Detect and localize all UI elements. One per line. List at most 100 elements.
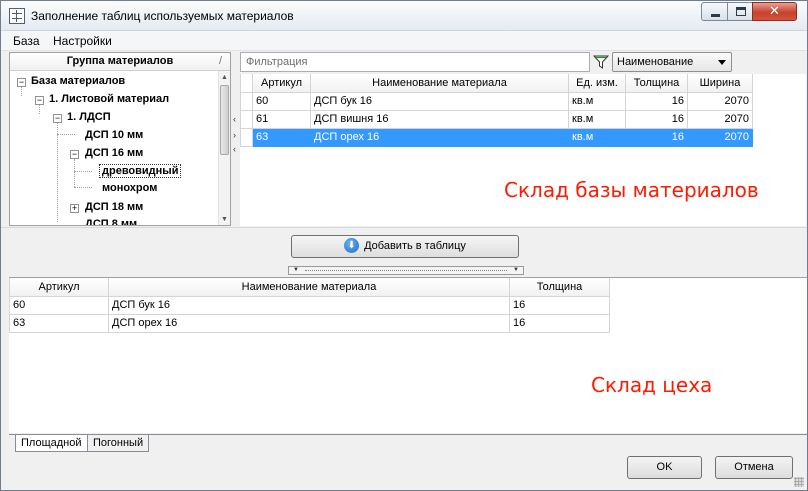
menu-item-settings[interactable]: Настройки [53, 34, 112, 48]
cell-name[interactable]: ДСП вишня 16 [310, 109, 569, 129]
resize-grip-icon[interactable] [794, 477, 804, 487]
chevron-right-icon[interactable]: › [233, 130, 236, 140]
tree-connector [21, 86, 22, 96]
row-header[interactable] [240, 91, 253, 111]
scroll-up-icon[interactable]: ▲ [219, 72, 230, 84]
chevron-down-icon: ▼ [293, 267, 299, 273]
tree-connector [74, 171, 92, 172]
filter-field-combo[interactable]: Наименование [612, 52, 732, 72]
tree-node-dsp-8[interactable]: ДСП 8 мм [85, 218, 137, 225]
chevron-left-icon[interactable]: ‹ [233, 144, 236, 154]
material-group-tree[interactable]: Группа материалов / − База материалов − … [9, 52, 231, 226]
close-button[interactable]: ✕ [752, 2, 797, 21]
title-bar[interactable]: Заполнение таблиц используемых материало… [1, 1, 807, 31]
column-header-width[interactable]: Ширина [687, 74, 753, 93]
menu-item-base[interactable]: База [13, 34, 40, 48]
cell-name[interactable]: ДСП орех 16 [310, 127, 569, 147]
cell-thickness[interactable]: 16 [625, 127, 688, 147]
cell-width[interactable]: 2070 [687, 109, 753, 129]
row-header-corner [240, 74, 253, 93]
table-row[interactable]: 60 ДСП бук 16 16 [9, 295, 610, 315]
cell-article[interactable]: 63 [252, 127, 311, 147]
column-header-name[interactable]: Наименование материала [108, 278, 510, 297]
column-header-unit[interactable]: Ед. изм. [568, 74, 626, 93]
cell-width[interactable]: 2070 [687, 91, 753, 111]
arrow-down-circle-icon: ⬇ [344, 237, 360, 253]
divider [1, 227, 807, 228]
minimize-button[interactable] [701, 2, 728, 21]
tree-node-materials-base[interactable]: База материалов [31, 75, 125, 87]
cell-article[interactable]: 61 [252, 109, 311, 129]
expand-icon[interactable]: + [70, 204, 79, 213]
cell-unit[interactable]: кв.м [568, 127, 626, 147]
tree-connector [57, 122, 58, 222]
materials-base-grid: Артикул Наименование материала Ед. изм. … [240, 74, 753, 147]
menu-bar: База Настройки [1, 31, 807, 51]
tab-linear[interactable]: Погонный [87, 435, 150, 452]
tree-scrollbar[interactable]: ▲ ▼ [218, 71, 230, 225]
cancel-button[interactable]: Отмена [715, 456, 793, 479]
column-header-thickness[interactable]: Толщина [509, 278, 610, 297]
chevron-left-icon[interactable]: ‹ [233, 114, 236, 124]
tree-header[interactable]: Группа материалов / [10, 53, 230, 71]
workshop-grid-area[interactable]: Артикул Наименование материала Толщина 6… [9, 277, 807, 433]
collapse-icon[interactable]: − [35, 96, 44, 105]
panel-splitter[interactable]: ‹ › ‹ [232, 52, 240, 226]
tree-node-dsp-16[interactable]: ДСП 16 мм [85, 147, 143, 159]
table-icon [9, 8, 25, 24]
cell-thickness[interactable]: 16 [625, 91, 688, 111]
cell-thickness[interactable]: 16 [509, 313, 610, 333]
column-header-article[interactable]: Артикул [252, 74, 311, 93]
cell-thickness[interactable]: 16 [625, 109, 688, 129]
cell-thickness[interactable]: 16 [509, 295, 610, 315]
grid-header-row: Артикул Наименование материала Толщина [9, 278, 610, 297]
cell-article[interactable]: 63 [9, 313, 109, 333]
add-to-table-button[interactable]: ⬇ Добавить в таблицу [291, 235, 519, 258]
scroll-down-icon[interactable]: ▼ [219, 214, 230, 225]
add-button-label: Добавить в таблицу [364, 240, 466, 252]
collapse-icon[interactable]: − [17, 78, 26, 87]
cell-name[interactable]: ДСП бук 16 [310, 91, 569, 111]
tree-node-monochrome[interactable]: монохром [102, 182, 157, 194]
chevron-down-icon [718, 60, 726, 65]
tree-connector [74, 187, 92, 188]
cell-article[interactable]: 60 [9, 295, 109, 315]
tree-node-dsp-18[interactable]: ДСП 18 мм [85, 201, 143, 213]
cell-unit[interactable]: кв.м [568, 109, 626, 129]
tree-node-sheet-material[interactable]: 1. Листовой материал [49, 93, 169, 105]
tree-node-dsp-10[interactable]: ДСП 10 мм [85, 129, 143, 141]
table-row[interactable]: 61 ДСП вишня 16 кв.м 16 2070 [240, 109, 753, 129]
maximize-icon [736, 7, 746, 16]
workshop-annotation: Склад цеха [591, 373, 713, 397]
filter-input[interactable]: Фильтрация [240, 52, 590, 72]
cell-name[interactable]: ДСП орех 16 [108, 313, 510, 333]
cell-unit[interactable]: кв.м [568, 91, 626, 111]
column-header-article[interactable]: Артикул [9, 278, 109, 297]
row-header[interactable] [240, 109, 253, 129]
column-header-thickness[interactable]: Толщина [625, 74, 688, 93]
tree-header-label: Группа материалов [66, 55, 174, 67]
cell-width[interactable]: 2070 [687, 127, 753, 147]
scrollbar-thumb[interactable] [220, 85, 229, 155]
filter-funnel-icon[interactable] [593, 54, 609, 70]
table-row-selected[interactable]: 63 ДСП орех 16 кв.м 16 2070 [240, 127, 753, 147]
tab-area[interactable]: Площадной [15, 435, 88, 452]
column-header-name[interactable]: Наименование материала [310, 74, 569, 93]
window-title: Заполнение таблиц используемых материало… [31, 9, 294, 23]
materials-base-grid-area[interactable]: Артикул Наименование материала Ед. изм. … [240, 74, 806, 226]
collapse-icon[interactable]: − [70, 150, 79, 159]
materials-base-annotation: Склад базы материалов [504, 178, 759, 202]
split-handle[interactable]: ▼ ▼ [288, 266, 524, 275]
ok-button[interactable]: OK [627, 456, 702, 479]
table-row[interactable]: 63 ДСП орех 16 16 [9, 313, 610, 333]
cell-name[interactable]: ДСП бук 16 [108, 295, 510, 315]
sort-indicator-icon: / [218, 55, 222, 67]
tree-node-woodgrain[interactable]: древовидный [98, 164, 182, 178]
tree-node-ldsp[interactable]: 1. ЛДСП [67, 111, 111, 123]
maximize-button[interactable] [727, 2, 753, 21]
row-header[interactable] [240, 127, 253, 147]
cell-article[interactable]: 60 [252, 91, 311, 111]
tree-connector [39, 104, 40, 114]
table-row[interactable]: 60 ДСП бук 16 кв.м 16 2070 [240, 91, 753, 111]
collapse-icon[interactable]: − [53, 114, 62, 123]
